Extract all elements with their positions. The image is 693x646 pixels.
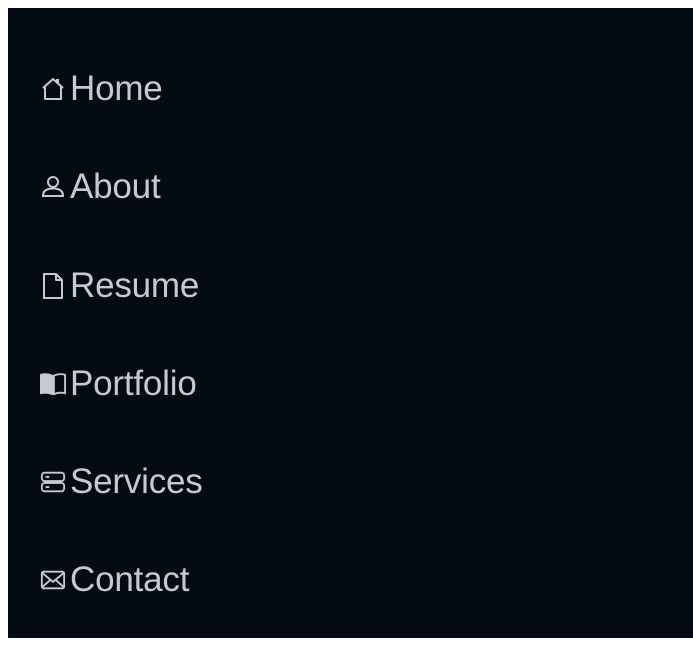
nav-item-resume[interactable]: Resume	[40, 262, 199, 310]
nav-item-label: Home	[70, 69, 163, 108]
nav-item-label: Resume	[70, 266, 200, 305]
house-icon	[40, 74, 66, 104]
person-icon	[40, 172, 66, 202]
server-icon	[40, 467, 66, 497]
nav-item-about[interactable]: About	[40, 163, 161, 211]
nav-item-label: Portfolio	[70, 364, 197, 403]
envelope-icon	[40, 565, 66, 595]
nav-item-label: Contact	[70, 560, 190, 599]
side-navigation: Home About Resume Portfolio Services Con…	[8, 8, 693, 638]
nav-item-portfolio[interactable]: Portfolio	[40, 360, 197, 408]
nav-item-label: Services	[70, 462, 203, 501]
file-icon	[40, 271, 66, 301]
nav-item-contact[interactable]: Contact	[40, 556, 189, 604]
nav-item-home[interactable]: Home	[40, 65, 163, 113]
nav-item-label: About	[70, 167, 161, 206]
nav-item-services[interactable]: Services	[40, 458, 203, 506]
book-icon	[40, 369, 66, 399]
